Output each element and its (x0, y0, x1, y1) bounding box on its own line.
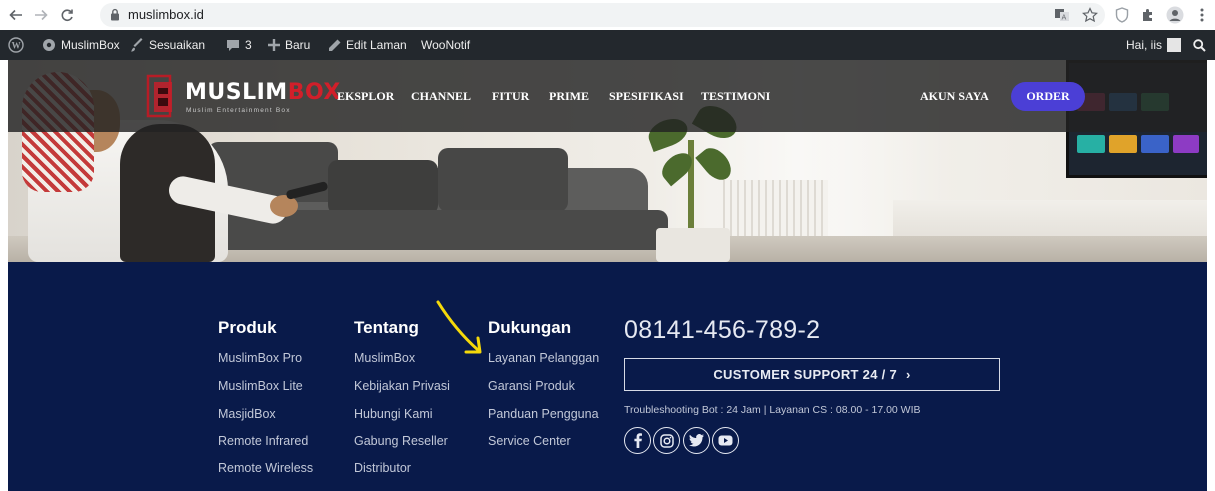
pencil-icon (329, 39, 341, 51)
footer-title-tentang: Tentang (354, 318, 419, 337)
nav-channel[interactable]: CHANNEL (411, 89, 471, 104)
back-icon[interactable] (6, 5, 26, 25)
footer-link-service-center[interactable]: Service Center (488, 434, 571, 448)
youtube-icon[interactable] (712, 427, 739, 454)
nav-spesifikasi[interactable]: SPESIFIKASI (609, 89, 684, 104)
admin-woonotif-link[interactable]: WooNotif (421, 30, 470, 60)
extensions-puzzle-icon[interactable] (1138, 5, 1158, 25)
bookmark-star-icon[interactable] (1080, 5, 1100, 25)
footer-link-garansi-produk[interactable]: Garansi Produk (488, 379, 575, 393)
wp-admin-bar: W MuslimBox Sesuaikan 3 Baru Edit Laman … (0, 30, 1215, 60)
muslimbox-logo-icon[interactable] (142, 70, 178, 122)
address-bar[interactable] (100, 3, 1105, 27)
admin-greeting: Hai, iis (1126, 38, 1163, 52)
nav-prime[interactable]: PRIME (549, 89, 589, 104)
admin-comments-link[interactable]: 3 (226, 30, 252, 60)
footer-link-remote-infrared[interactable]: Remote Infrared (218, 434, 308, 448)
browser-menu-icon[interactable] (1195, 5, 1209, 25)
footer-title-produk: Produk (218, 318, 277, 337)
brush-icon (131, 38, 143, 52)
logo-tagline: Muslim Entertainment Box (186, 107, 291, 114)
site-footer (8, 262, 1207, 491)
shield-extension-icon[interactable] (1112, 5, 1132, 25)
reload-icon[interactable] (57, 5, 77, 25)
lock-icon (111, 8, 119, 21)
footer-link-panduan-pengguna[interactable]: Panduan Pengguna (488, 407, 599, 421)
annotation-arrow-icon (436, 300, 482, 354)
footer-link-muslimbox-pro[interactable]: MuslimBox Pro (218, 351, 302, 365)
order-button[interactable]: ORDER (1011, 82, 1085, 111)
dashboard-icon (43, 39, 55, 51)
profile-avatar-icon[interactable] (1165, 5, 1185, 25)
footer-link-muslimbox[interactable]: MuslimBox (354, 351, 415, 365)
translate-icon[interactable]: A (1052, 5, 1072, 25)
twitter-icon[interactable] (683, 427, 710, 454)
svg-text:W: W (12, 41, 21, 51)
footer-link-kebijakan-privasi[interactable]: Kebijakan Privasi (354, 379, 450, 393)
footer-link-hubungi-kami[interactable]: Hubungi Kami (354, 407, 433, 421)
chevron-right-icon: › (906, 367, 911, 382)
customer-support-label: CUSTOMER SUPPORT 24 / 7 (713, 367, 897, 382)
admin-new-label: Baru (285, 38, 311, 52)
support-hours-note: Troubleshooting Bot : 24 Jam | Layanan C… (624, 404, 921, 416)
footer-link-remote-wireless[interactable]: Remote Wireless (218, 461, 313, 475)
instagram-icon[interactable] (653, 427, 680, 454)
footer-link-gabung-reseller[interactable]: Gabung Reseller (354, 434, 448, 448)
footer-link-muslimbox-lite[interactable]: MuslimBox Lite (218, 379, 303, 393)
footer-title-dukungan: Dukungan (488, 318, 572, 337)
svg-text:A: A (1062, 14, 1067, 22)
footer-link-layanan-pelanggan[interactable]: Layanan Pelanggan (488, 351, 599, 365)
wordpress-logo-icon[interactable]: W (8, 30, 24, 60)
admin-customize-label: Sesuaikan (149, 38, 206, 52)
forward-icon[interactable] (31, 5, 51, 25)
logo-text-accent: BOX (287, 80, 341, 105)
nav-akun-saya[interactable]: AKUN SAYA (920, 89, 989, 104)
admin-edit-page-label: Edit Laman (346, 38, 407, 52)
customer-support-button[interactable]: CUSTOMER SUPPORT 24 / 7 › (624, 358, 1000, 391)
admin-edit-page-link[interactable]: Edit Laman (328, 30, 407, 60)
admin-site-name: MuslimBox (61, 38, 120, 52)
browser-toolbar: muslimbox.id A (0, 0, 1215, 30)
admin-site-link[interactable]: MuslimBox (42, 30, 120, 60)
footer-link-masjidbox[interactable]: MasjidBox (218, 407, 276, 421)
footer-link-distributor[interactable]: Distributor (354, 461, 411, 475)
facebook-icon[interactable] (624, 427, 651, 454)
admin-avatar (1167, 38, 1182, 52)
admin-search-icon[interactable] (1193, 30, 1206, 60)
plus-icon (268, 39, 280, 51)
logo-text-main: MUSLIM (185, 80, 288, 105)
nav-eksplor[interactable]: EKSPLOR (337, 89, 394, 104)
admin-account-menu[interactable]: Hai, iis (1126, 30, 1182, 60)
support-phone-number[interactable]: 08141-456-789-2 (624, 316, 820, 345)
site-logo[interactable]: MUSLIMBOX (185, 80, 341, 105)
admin-new-link[interactable]: Baru (268, 30, 310, 60)
nav-testimoni[interactable]: TESTIMONI (701, 89, 770, 104)
comment-icon (227, 39, 239, 51)
admin-customize-link[interactable]: Sesuaikan (130, 30, 205, 60)
url-text[interactable]: muslimbox.id (128, 7, 204, 22)
admin-comments-count: 3 (245, 38, 252, 52)
nav-fitur[interactable]: FITUR (492, 89, 529, 104)
admin-woonotif-label: WooNotif (421, 38, 471, 52)
